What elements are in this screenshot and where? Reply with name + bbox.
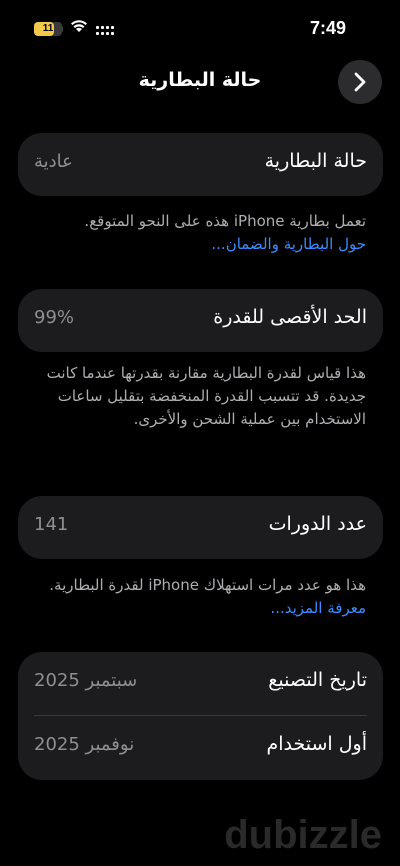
first-use-label: أول استخدام [266,733,367,755]
first-use-row: أول استخدام نوفمبر 2025 [18,716,383,780]
battery-health-value: عادية [34,151,73,172]
cycle-count-label: عدد الدورات [268,513,367,535]
battery-icon: 11 [34,22,63,36]
max-capacity-row: الحد الأقصى للقدرة 99% [18,289,383,353]
battery-health-card: حالة البطارية عادية [18,133,383,196]
dates-card: تاريخ التصنيع سبتمبر 2025 أول استخدام نو… [18,652,383,780]
cycle-count-card: عدد الدورات 141 [18,496,383,559]
cycle-count-footer-text: هذا هو عدد مرات استهلاك iPhone لقدرة الب… [49,576,366,594]
first-use-value: نوفمبر 2025 [34,734,135,755]
max-capacity-label: الحد الأقصى للقدرة [213,306,367,328]
manufacture-date-value: سبتمبر 2025 [34,670,138,691]
battery-health-label: حالة البطارية [264,150,367,172]
battery-health-footer: تعمل بطارية iPhone هذه على النحو المتوقع… [26,210,366,256]
cycle-count-value: 141 [34,514,69,535]
manufacture-date-row: تاريخ التصنيع سبتمبر 2025 [18,652,383,716]
watermark-logo: dubizzle [224,813,382,857]
cycle-count-footer: هذا هو عدد مرات استهلاك iPhone لقدرة الب… [26,574,366,620]
battery-level: 11 [42,23,54,34]
battery-warranty-link[interactable]: حول البطارية والضمان... [26,233,366,256]
cycle-count-row: عدد الدورات 141 [18,496,383,560]
learn-more-link[interactable]: معرفة المزيد... [26,597,366,620]
battery-health-row: حالة البطارية عادية [18,133,383,197]
signal-icon [96,26,114,35]
wifi-icon [71,20,87,32]
max-capacity-value: 99% [34,307,75,328]
status-time: 7:49 [309,18,346,38]
max-capacity-footer: هذا قياس لقدرة البطارية مقارنة بقدرتها ع… [46,364,366,428]
status-bar: 11 7:49 [0,0,400,56]
max-capacity-card: الحد الأقصى للقدرة 99% [18,289,383,352]
manufacture-date-label: تاريخ التصنيع [268,669,367,691]
page-title: حالة البطارية [138,69,262,91]
battery-health-footer-text: تعمل بطارية iPhone هذه على النحو المتوقع… [84,212,366,230]
